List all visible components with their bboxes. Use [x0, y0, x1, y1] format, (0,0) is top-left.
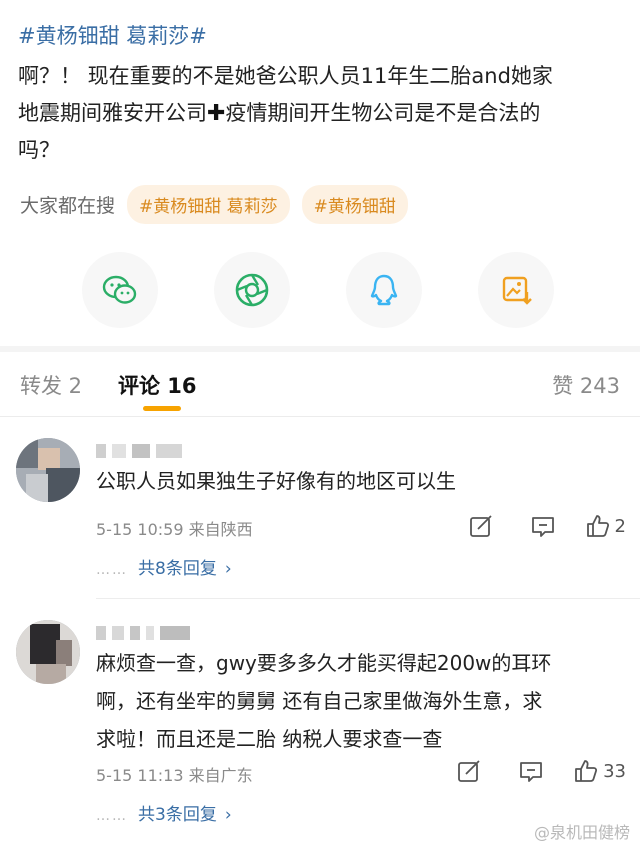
post-line-2b: 疫情期间开生物公司是不是合法的: [225, 101, 541, 125]
tabs-divider: [0, 416, 640, 417]
reply-button[interactable]: [523, 512, 563, 540]
comment-line: 啊，还有坐牢的舅舅 还有自己家里做海外生意，求: [96, 689, 543, 713]
replies-count: 共3条回复: [138, 805, 217, 825]
hot-search-chip[interactable]: #黄杨钿甜 葛莉莎: [127, 184, 290, 224]
username-blurred[interactable]: [96, 442, 182, 460]
comment-text: 公职人员如果独生子好像有的地区可以生: [96, 469, 456, 493]
like-count: 2: [614, 515, 626, 537]
reply-button[interactable]: [511, 757, 551, 785]
thumbs-up-icon: [586, 515, 609, 537]
post-line-1: 啊？！ 现在重要的不是她爸公职人员11年生二胎and她家: [18, 64, 553, 88]
post-topic-tags[interactable]: #黄杨钿甜 葛莉莎#: [18, 20, 207, 50]
like-count: 33: [603, 760, 626, 782]
repost-button[interactable]: [461, 512, 501, 540]
post-body: 啊？！ 现在重要的不是她爸公职人员11年生二胎and她家 地震期间雅安开公司✚疫…: [18, 58, 618, 169]
comment-meta: 5-15 10:59 来自陕西: [96, 520, 253, 539]
comment-divider: [96, 598, 640, 599]
watermark: @泉机田健榜: [533, 823, 630, 842]
share-edit-icon: [458, 760, 480, 782]
comment-meta: 5-15 11:13 来自广东: [96, 766, 253, 785]
post-line-2a: 地震期间雅安开公司: [18, 101, 207, 125]
plus-emoji-icon: ✚: [207, 101, 226, 126]
comment-item: 麻烦查一查，gwy要多多久才能买得起200w的耳环 啊，还有坐牢的舅舅 还有自己…: [0, 612, 640, 832]
comment-icon: [531, 517, 554, 537]
tab-likes[interactable]: 赞 243: [552, 370, 620, 400]
qq-icon: [370, 274, 398, 306]
post-line-3: 吗？: [18, 138, 60, 162]
post-line-2: 地震期间雅安开公司✚疫情期间开生物公司是不是合法的: [18, 95, 618, 132]
comment-item: 公职人员如果独生子好像有的地区可以生 5-15 10:59 来自陕西 2 …… 共…: [0, 432, 640, 588]
avatar[interactable]: [16, 438, 80, 502]
repost-button[interactable]: [449, 757, 489, 785]
comment-line: 求啦！而且还是二胎 纳税人要求查一查: [96, 727, 443, 751]
post-tabs: 转发 2 评论 16 赞 243: [0, 352, 640, 416]
comment-actions: 33: [427, 757, 626, 785]
reply-dots: ……: [96, 562, 128, 578]
save-image-button[interactable]: [478, 252, 554, 328]
hot-search-chip[interactable]: #黄杨钿甜: [301, 184, 408, 224]
share-edit-icon: [469, 515, 492, 537]
view-replies-link[interactable]: …… 共3条回复 ›: [96, 800, 232, 825]
active-tab-indicator: [143, 406, 181, 411]
tab-repost[interactable]: 转发 2: [20, 370, 82, 400]
reply-dots: ……: [96, 808, 128, 824]
comment-actions: 2: [439, 512, 626, 540]
share-wechat-button[interactable]: [82, 252, 158, 328]
moments-icon: [235, 273, 269, 307]
share-row: [0, 252, 640, 328]
share-moments-button[interactable]: [214, 252, 290, 328]
chevron-right-icon: ›: [224, 805, 232, 825]
like-button[interactable]: 2: [585, 512, 626, 540]
comment-line: 麻烦查一查，gwy要多多久才能买得起200w的耳环: [96, 651, 552, 675]
tab-comments[interactable]: 评论 16: [118, 370, 197, 400]
replies-count: 共8条回复: [138, 559, 217, 579]
view-replies-link[interactable]: …… 共8条回复 ›: [96, 554, 232, 579]
avatar[interactable]: [16, 620, 80, 684]
hot-search-label: 大家都在搜: [20, 194, 116, 217]
thumbs-up-icon: [575, 760, 598, 782]
save-image-icon: [502, 276, 532, 305]
share-qq-button[interactable]: [346, 252, 422, 328]
comment-icon: [520, 762, 542, 782]
chevron-right-icon: ›: [224, 559, 232, 579]
comment-text: 麻烦查一查，gwy要多多久才能买得起200w的耳环 啊，还有坐牢的舅舅 还有自己…: [96, 644, 626, 758]
hot-search-row: 大家都在搜 #黄杨钿甜 葛莉莎 #黄杨钿甜: [20, 184, 420, 224]
wechat-icon: [102, 275, 137, 304]
like-button[interactable]: 33: [573, 757, 626, 785]
username-blurred[interactable]: [96, 624, 190, 642]
